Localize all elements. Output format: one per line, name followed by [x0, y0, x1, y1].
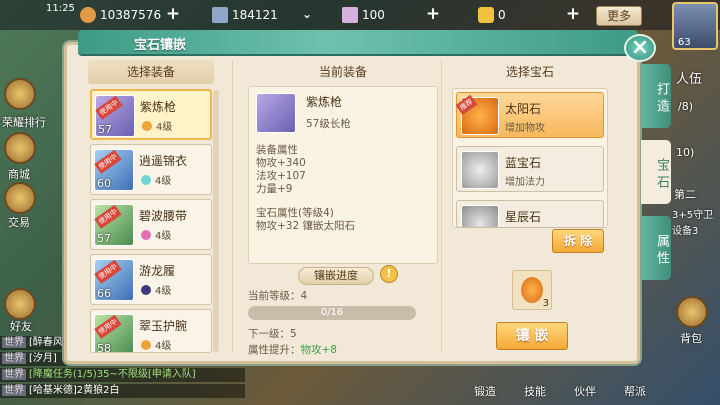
gem-icon — [141, 175, 151, 185]
friends-icon[interactable] — [4, 288, 36, 320]
more-button[interactable]: 更多 — [596, 6, 642, 26]
chevron-down-icon[interactable]: ⌄ — [298, 6, 316, 24]
gem-item[interactable]: 蓝宝石 增加法力 — [456, 146, 604, 192]
sun-stone-icon — [521, 277, 543, 303]
quest-detail: 3+5守卫 — [672, 210, 714, 221]
quest-label: 第二 — [674, 188, 696, 201]
divider — [232, 60, 233, 352]
close-button[interactable]: × — [624, 34, 656, 62]
gem-icon — [141, 340, 151, 350]
ranking-label: 荣耀排行 — [2, 116, 46, 129]
inlay-button[interactable]: 镶 嵌 — [496, 322, 568, 350]
info-icon[interactable]: ! — [380, 265, 398, 283]
forge-button[interactable]: 锻造 — [474, 383, 496, 399]
spear-icon — [256, 93, 296, 133]
equipment-item[interactable]: 使用中 60 逍遥锦衣 4级 — [90, 144, 212, 195]
spear-icon: 使用中 57 — [95, 95, 135, 137]
tab-gem[interactable]: 宝石 — [641, 140, 671, 204]
chat-line[interactable]: 世界 [哈基米德]2黄狼2白 — [0, 384, 245, 398]
guild-button[interactable]: 帮派 — [624, 383, 646, 399]
equipment-item[interactable]: 使用中 66 游龙履 4级 — [90, 254, 212, 305]
star-stone-icon — [461, 205, 499, 227]
divider — [441, 60, 442, 352]
coin-icon — [80, 7, 96, 23]
remove-button[interactable]: 拆 除 — [552, 229, 604, 253]
gem-item[interactable]: 推荐 太阳石 增加物攻 — [455, 92, 604, 138]
backpack-icon[interactable] — [676, 296, 708, 328]
gem-attributes-title: 宝石属性(等级4) — [256, 207, 334, 219]
attribute-line: 法攻+107 — [256, 170, 306, 182]
shop-icon[interactable] — [4, 132, 36, 164]
add-coins-button[interactable]: + — [164, 6, 182, 24]
attributes-title: 装备属性 — [256, 144, 298, 156]
equipment-item[interactable]: 使用中 57 紫炼枪 4级 — [90, 89, 212, 140]
bracer-icon: 使用中 58 — [94, 314, 134, 352]
tab-forge[interactable]: 打造 — [641, 64, 671, 128]
clock: 11:25 — [46, 3, 75, 14]
gem-attribute-line: 物攻+32 镶嵌太阳石 — [256, 220, 355, 232]
ranking-icon[interactable] — [4, 78, 36, 110]
select-equipment-header: 选择装备 — [88, 60, 214, 84]
equipment-item[interactable]: 使用中 58 翠玉护腕 4级 — [90, 309, 212, 353]
gold-ingot-icon — [478, 7, 494, 23]
sapphire-icon — [461, 151, 499, 189]
quest-detail: 设备3 — [672, 226, 699, 237]
friends-label: 好友 — [10, 320, 32, 333]
current-equipment-header: 当前装备 — [318, 65, 367, 79]
silver-counter: 184121 — [212, 5, 278, 25]
trade-label: 交易 — [8, 216, 30, 229]
shop-label: 商城 — [8, 168, 30, 181]
select-gem-header: 选择宝石 — [505, 65, 554, 79]
coin-counter: 10387576 — [80, 5, 161, 25]
add-gold-button[interactable]: + — [564, 6, 582, 24]
team-label: 人伍 — [676, 72, 703, 87]
selected-gem-slot[interactable]: 3 — [512, 270, 552, 310]
robe-icon: 使用中 60 — [94, 149, 134, 191]
gold-counter: 0 — [478, 5, 506, 25]
skills-button[interactable]: 技能 — [524, 383, 546, 399]
chat-line[interactable]: 世界 [降魔任务(1/5)35~不限级[申请入队] — [0, 368, 245, 382]
add-energy-button[interactable]: + — [424, 6, 442, 24]
inlay-progress-bar: 0/16 — [248, 306, 416, 320]
gem-item[interactable]: 星辰石 — [456, 200, 604, 228]
silver-icon — [212, 7, 228, 23]
inlay-progress-button[interactable]: 镶嵌进度 — [298, 267, 374, 285]
backpack-label: 背包 — [680, 332, 702, 345]
gem-icon — [141, 230, 151, 240]
avatar[interactable]: 63 — [672, 2, 718, 50]
belt-icon: 使用中 57 — [94, 204, 134, 246]
gem-icon — [142, 121, 152, 131]
equipment-scrollbar[interactable] — [213, 90, 219, 352]
attribute-line: 力量+9 — [256, 183, 293, 195]
energy-icon — [342, 7, 358, 23]
next-level: 下一级：5 — [248, 328, 297, 340]
tab-attributes[interactable]: 属性 — [641, 216, 671, 280]
partner-button[interactable]: 伙伴 — [574, 383, 596, 399]
panel-titlebar: 宝石镶嵌 — [78, 30, 638, 56]
item-description: 57级长枪 — [306, 118, 351, 130]
current-level: 当前等级：4 — [248, 290, 308, 302]
panel-title: 宝石镶嵌 — [134, 38, 187, 53]
team-count: /8) — [678, 100, 693, 113]
energy-counter: 100 — [342, 5, 385, 25]
item-name: 紫炼枪 — [306, 95, 343, 109]
attribute-boost: 属性提升：物攻+8 — [248, 344, 337, 356]
equipment-item[interactable]: 使用中 57 碧波腰带 4级 — [90, 199, 212, 250]
quest-count: 10) — [676, 146, 695, 159]
attribute-line: 物攻+340 — [256, 157, 306, 169]
gem-icon — [141, 285, 151, 295]
boots-icon: 使用中 66 — [94, 259, 134, 301]
trade-icon[interactable] — [4, 182, 36, 214]
